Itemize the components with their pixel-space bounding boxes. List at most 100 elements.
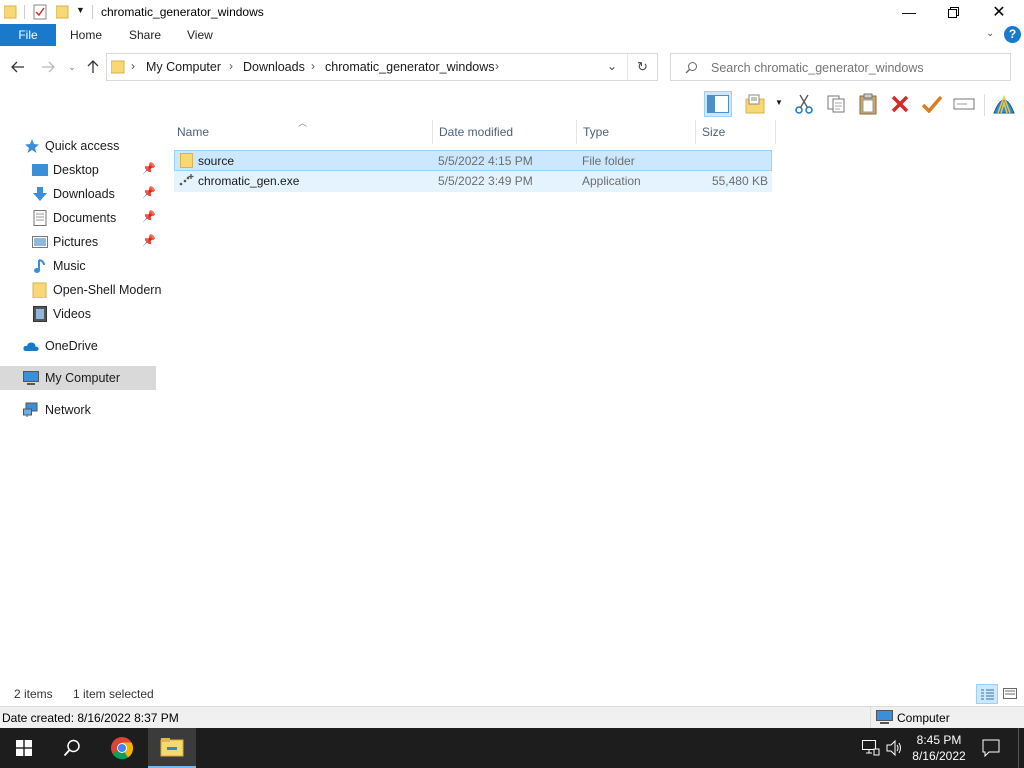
forward-arrow-icon [42, 61, 55, 73]
search-icon [685, 62, 697, 74]
recent-locations-button[interactable]: ⌄ [62, 57, 82, 77]
address-row: ⌄ › My Computer › Downloads › chromatic_… [0, 50, 1024, 84]
properties-icon[interactable] [33, 4, 47, 20]
folder-icon [4, 5, 17, 19]
rename-button[interactable] [950, 91, 978, 117]
breadcrumb-current-folder[interactable]: chromatic_generator_windows [325, 60, 495, 74]
expand-ribbon-icon[interactable]: ⌄ [986, 28, 994, 39]
sidebar-item-music[interactable]: Music [0, 254, 156, 278]
close-button[interactable]: ✕ [976, 0, 1022, 24]
sidebar-item-videos[interactable]: Videos [0, 302, 156, 326]
notifications-icon[interactable] [982, 739, 1000, 757]
customize-quick-access-icon[interactable]: ▼ [76, 5, 85, 15]
open-shell-button[interactable] [990, 91, 1018, 117]
desktop-icon [32, 164, 48, 176]
navigation-pane-button[interactable] [704, 91, 732, 117]
table-row[interactable]: source 5/5/2022 4:15 PM File folder [174, 150, 772, 171]
file-date: 5/5/2022 3:49 PM [438, 174, 533, 188]
new-folder-icon[interactable] [56, 4, 70, 20]
sidebar-item-label: Desktop [53, 163, 99, 177]
checkmark-icon [921, 95, 943, 113]
taskbar: 8:45 PM 8/16/2022 [0, 728, 1024, 768]
tab-view[interactable]: View [173, 24, 227, 46]
sidebar-item-documents[interactable]: Documents 📌 [0, 206, 156, 230]
tab-home[interactable]: Home [56, 24, 116, 46]
breadcrumb-separator[interactable]: › [495, 59, 499, 73]
help-icon[interactable]: ? [1004, 26, 1021, 43]
sidebar-item-desktop[interactable]: Desktop 📌 [0, 158, 156, 182]
refresh-icon[interactable]: ↻ [637, 59, 648, 75]
copy-button[interactable] [822, 91, 850, 117]
copy-icon [827, 95, 845, 113]
window-title: chromatic_generator_windows [101, 5, 264, 19]
pin-icon[interactable]: 📌 [142, 234, 156, 247]
clock-time: 8:45 PM [916, 733, 962, 747]
clock[interactable]: 8:45 PM 8/16/2022 [908, 732, 970, 764]
search-box[interactable] [670, 53, 1011, 81]
address-bar[interactable]: › My Computer › Downloads › chromatic_ge… [106, 53, 658, 81]
move-to-button[interactable] [742, 91, 770, 117]
table-row[interactable]: chromatic_gen.exe 5/5/2022 3:49 PM Appli… [174, 171, 772, 192]
file-name: chromatic_gen.exe [198, 174, 300, 188]
pin-icon[interactable]: 📌 [142, 210, 156, 223]
search-input[interactable] [711, 59, 1001, 77]
pin-icon[interactable]: 📌 [142, 162, 156, 175]
breadcrumb-separator[interactable]: › [311, 59, 315, 73]
chrome-taskbar-button[interactable] [98, 728, 146, 768]
search-button[interactable] [48, 728, 96, 768]
ribbon-tabs: File Home Share View ⌄ ? [0, 24, 1024, 46]
maximize-button[interactable] [930, 0, 976, 24]
network-icon [23, 402, 38, 417]
move-dropdown-icon[interactable]: ▼ [775, 98, 783, 107]
large-icons-view-button[interactable] [1000, 684, 1020, 704]
forward-button[interactable] [38, 57, 58, 77]
pin-icon[interactable]: 📌 [142, 186, 156, 199]
column-header-size[interactable]: Size [696, 120, 776, 144]
details-view-button[interactable] [976, 684, 998, 704]
address-dropdown-icon[interactable]: ⌄ [607, 59, 617, 73]
start-button[interactable] [0, 728, 48, 768]
up-button[interactable] [83, 57, 103, 77]
column-header-name[interactable]: Name [171, 120, 433, 144]
sidebar-item-label: Network [45, 403, 91, 417]
file-explorer-taskbar-button[interactable] [148, 728, 196, 768]
sidebar-item-label: My Computer [45, 371, 121, 385]
minimize-button[interactable]: — [886, 0, 932, 24]
show-desktop-button[interactable] [1018, 728, 1019, 768]
sidebar-item-quick-access[interactable]: Quick access [0, 134, 156, 158]
network-tray-icon[interactable] [862, 740, 880, 756]
sidebar-item-label: Pictures [53, 235, 99, 249]
select-all-button[interactable] [918, 91, 946, 117]
sidebar-item-onedrive[interactable]: OneDrive [0, 334, 156, 358]
sidebar-item-label: Downloads [53, 187, 115, 201]
search-icon [63, 739, 80, 757]
breadcrumb-downloads[interactable]: Downloads [243, 60, 305, 74]
star-icon [25, 139, 39, 153]
cut-button[interactable] [790, 91, 818, 117]
sidebar-item-my-computer[interactable]: My Computer [0, 366, 156, 390]
cloud-icon [23, 342, 39, 351]
paste-icon [859, 93, 877, 115]
column-header-type[interactable]: Type [577, 120, 696, 144]
file-explorer-icon [160, 738, 184, 757]
music-icon [34, 259, 45, 273]
breadcrumb-my-computer[interactable]: My Computer [146, 60, 221, 74]
sidebar-item-downloads[interactable]: Downloads 📌 [0, 182, 156, 206]
paste-button[interactable] [854, 91, 882, 117]
restore-icon [947, 6, 959, 18]
tab-file[interactable]: File [0, 24, 56, 46]
sidebar-item-pictures[interactable]: Pictures 📌 [0, 230, 156, 254]
column-header-date-modified[interactable]: Date modified [433, 120, 577, 144]
back-button[interactable] [8, 57, 28, 77]
sidebar-item-label: Music [53, 259, 86, 273]
sidebar-item-open-shell[interactable]: Open-Shell Modern [0, 278, 161, 302]
sidebar-item-network[interactable]: Network [0, 398, 156, 422]
delete-button[interactable] [886, 91, 914, 117]
breadcrumb-separator[interactable]: › [131, 59, 135, 73]
breadcrumb-separator[interactable]: › [229, 59, 233, 73]
computer-icon [23, 371, 39, 385]
move-folder-icon [745, 94, 765, 114]
scissors-icon [795, 94, 813, 114]
volume-icon[interactable] [886, 739, 904, 757]
tab-share[interactable]: Share [115, 24, 175, 46]
